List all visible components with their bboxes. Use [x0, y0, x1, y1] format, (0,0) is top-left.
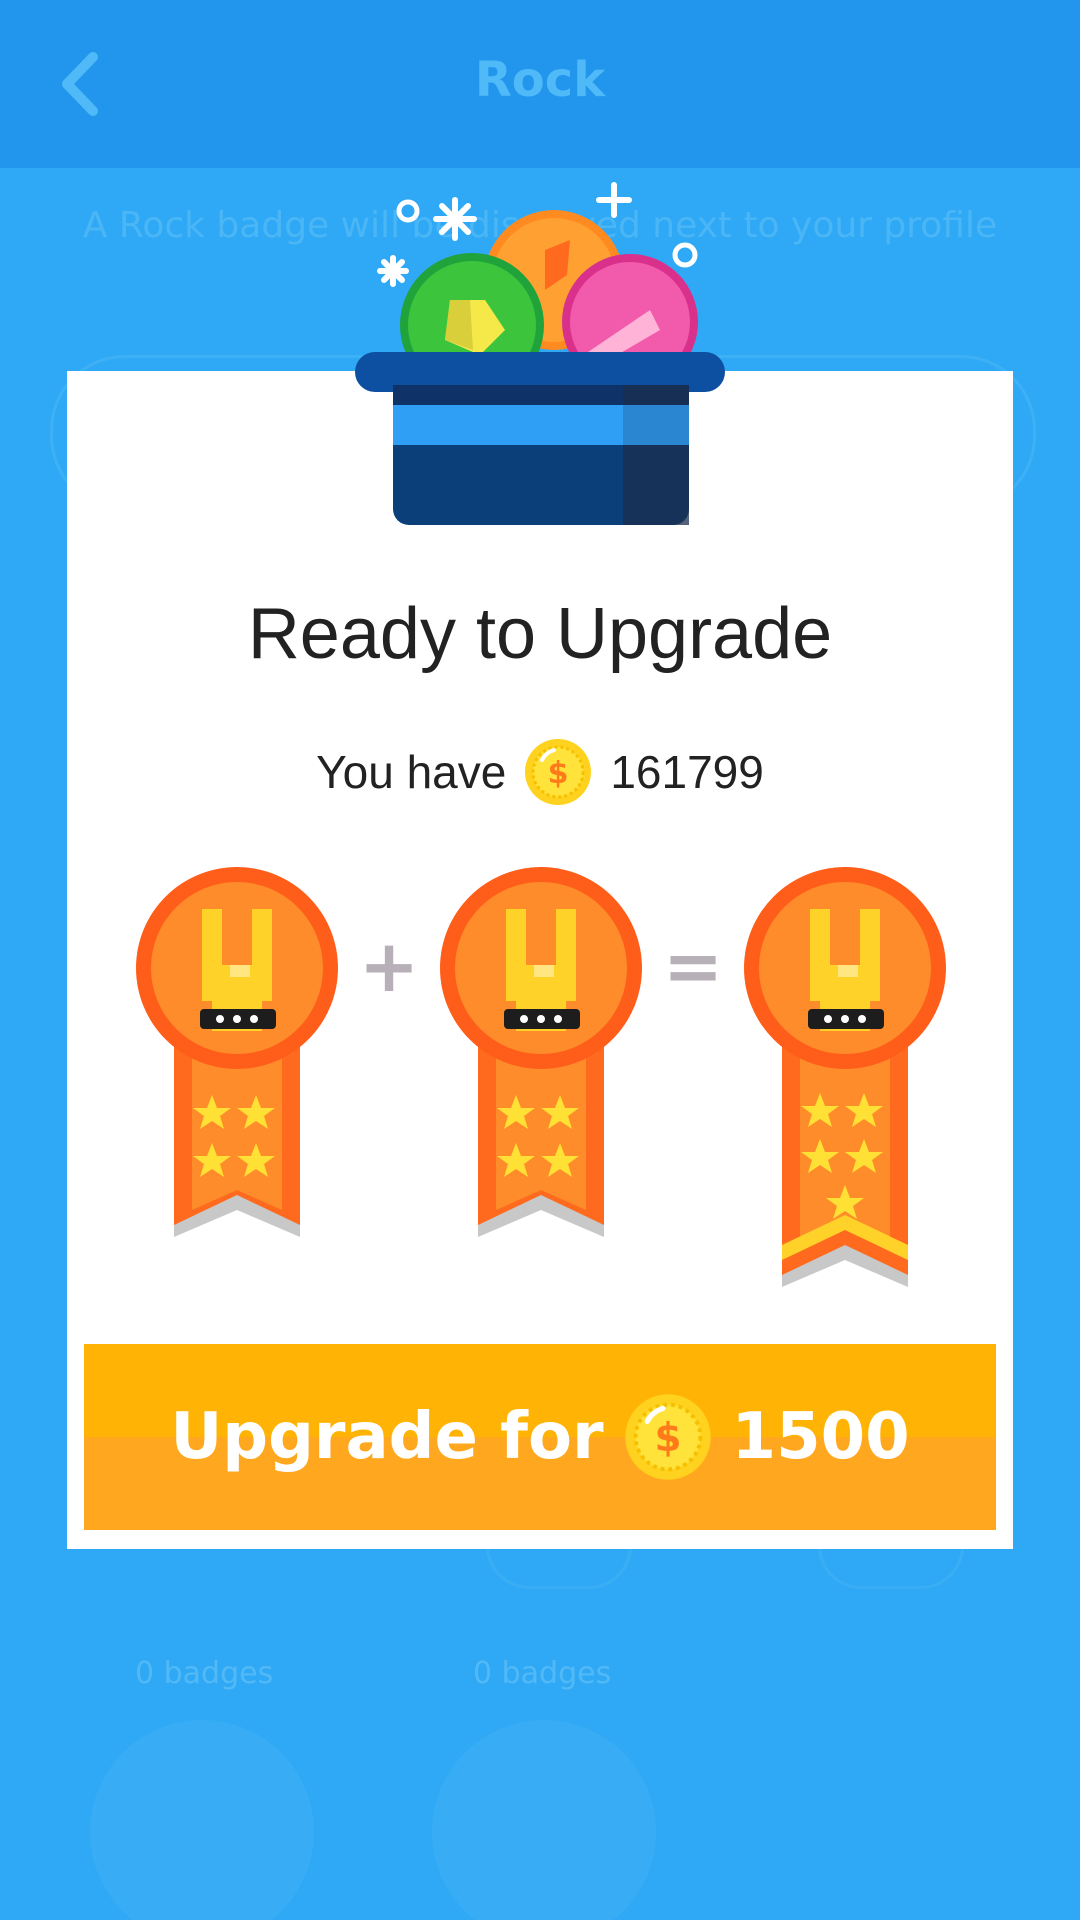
equals-symbol: = — [662, 924, 724, 1008]
plus-symbol: + — [358, 924, 420, 1008]
background-badge-slot — [90, 1720, 314, 1920]
svg-text:$: $ — [548, 756, 569, 791]
balance-value: 161799 — [610, 746, 764, 798]
badge-count-label: 0 badges — [473, 1656, 612, 1691]
background-badge-peek — [818, 1546, 964, 1589]
top-bar: Rock — [0, 0, 1080, 168]
coin-balance: You have $ 161799 — [0, 738, 1080, 806]
upgrade-screen: Rock A Rock badge will be displayed next… — [0, 0, 1080, 1920]
badge-count-label: 0 badges — [135, 1656, 274, 1691]
svg-text:$: $ — [654, 1416, 681, 1461]
rock-badge — [136, 867, 338, 1237]
upgrade-button[interactable]: Upgrade for $ 1500 — [84, 1344, 996, 1530]
balance-label: You have — [316, 746, 507, 798]
dollar-coin-icon: $ — [525, 739, 592, 805]
dollar-coin-icon: $ — [624, 1394, 711, 1480]
treasure-chest-icon — [355, 182, 725, 525]
background-badge-slot — [432, 1720, 656, 1920]
rock-badge — [440, 867, 642, 1237]
background-badge-peek — [486, 1546, 632, 1589]
upgrade-price: 1500 — [731, 1400, 910, 1474]
upgrade-button-label: Upgrade for — [170, 1400, 604, 1474]
page-title: Rock — [474, 52, 606, 108]
modal-title: Ready to Upgrade — [247, 594, 833, 674]
rock-badge-upgraded — [744, 867, 946, 1287]
